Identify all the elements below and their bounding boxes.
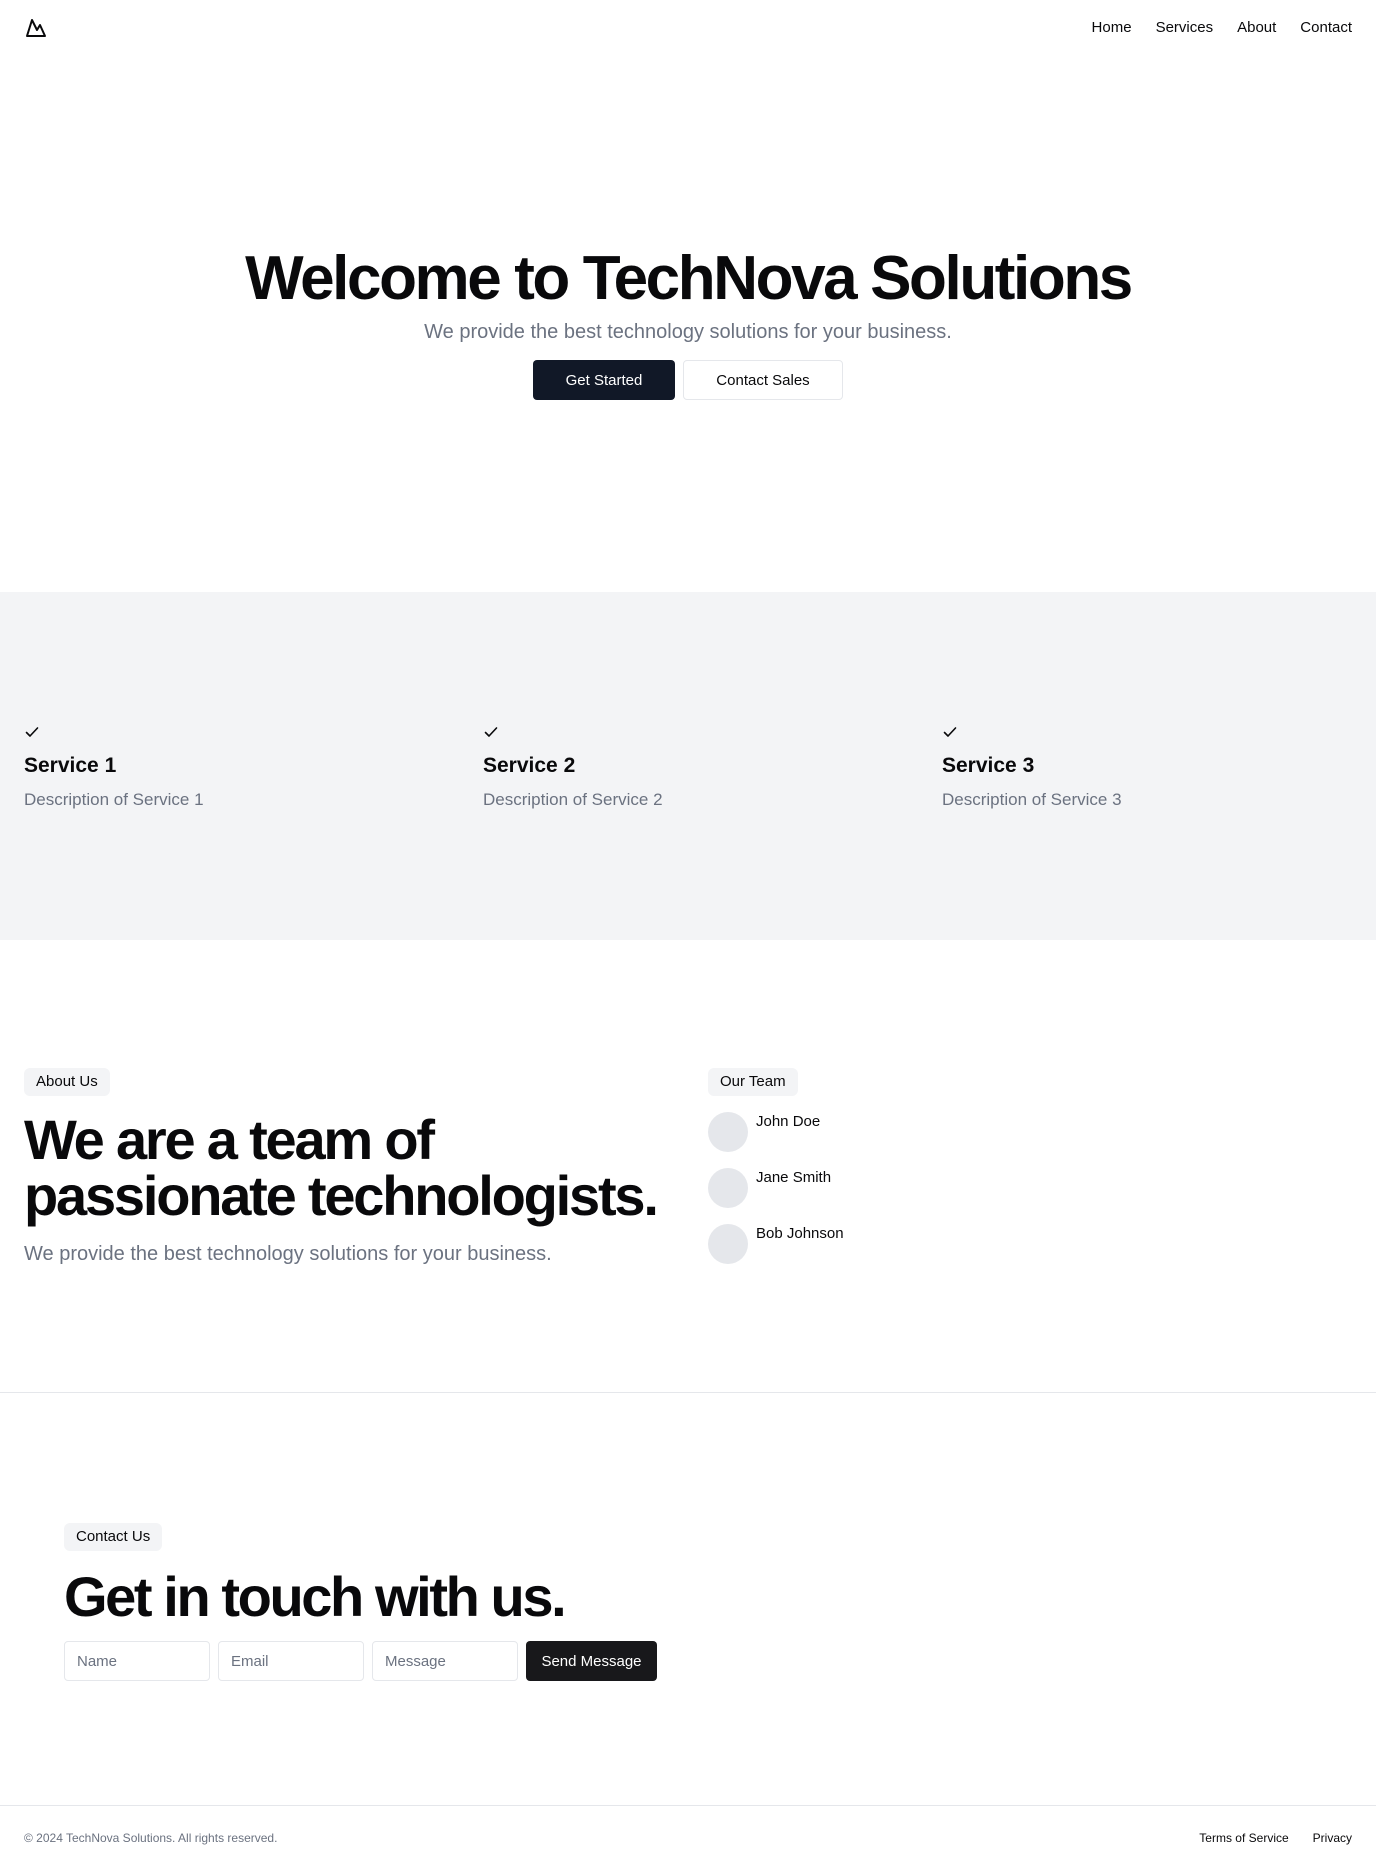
contact-form: Send Message (64, 1641, 764, 1681)
service-description: Description of Service 3 (942, 790, 1122, 809)
team-member: Jane Smith (708, 1168, 1308, 1208)
service-title: Service 2 (483, 754, 576, 777)
footer-links: Terms of Service Privacy (1199, 1830, 1352, 1846)
avatar (708, 1112, 748, 1152)
site-header: Home Services About Contact (0, 0, 1376, 56)
about-intro: About Us We are a team of passionate tec… (24, 1068, 684, 1268)
service-card: Service 2 Description of Service 2 (483, 724, 903, 812)
team-member: Bob Johnson (708, 1224, 1308, 1264)
nav-link-home[interactable]: Home (1092, 18, 1132, 38)
contact-badge: Contact Us (64, 1523, 163, 1551)
about-title-line: We are a team of (24, 1108, 435, 1171)
avatar (708, 1168, 748, 1208)
team-badge: Our Team (708, 1068, 798, 1096)
main-nav: Home Services About Contact (1092, 18, 1352, 38)
check-icon (484, 727, 498, 737)
message-input[interactable] (372, 1641, 518, 1681)
member-name: John Doe (756, 1113, 821, 1130)
team-member: John Doe (708, 1112, 1308, 1152)
copyright-text: © 2024 TechNova Solutions. All rights re… (24, 1831, 278, 1845)
avatar (708, 1224, 748, 1264)
service-description: Description of Service 1 (24, 790, 204, 809)
site-footer: © 2024 TechNova Solutions. All rights re… (0, 1805, 1376, 1869)
hero-actions: Get Started Contact Sales (0, 360, 1376, 400)
hero-section: Welcome to TechNova Solutions We provide… (0, 56, 1376, 592)
contact-sales-button[interactable]: Contact Sales (683, 360, 843, 400)
email-input[interactable] (218, 1641, 364, 1681)
check-icon (25, 727, 39, 737)
team-panel: Our Team John Doe Jane Smith Bob Johnson (708, 1068, 1308, 1280)
service-title: Service 1 (24, 754, 117, 777)
team-list: John Doe Jane Smith Bob Johnson (708, 1112, 1308, 1264)
service-title: Service 3 (942, 754, 1035, 777)
member-name: Jane Smith (756, 1169, 832, 1186)
services-section: Service 1 Description of Service 1 Servi… (0, 592, 1376, 940)
nav-link-about[interactable]: About (1237, 18, 1276, 38)
contact-section: Contact Us Get in touch with us. Send Me… (0, 1393, 1376, 1805)
about-title: We are a team of passionate technologist… (24, 1112, 684, 1224)
about-section: About Us We are a team of passionate tec… (0, 940, 1376, 1393)
send-message-button[interactable]: Send Message (526, 1641, 657, 1681)
name-input[interactable] (64, 1641, 210, 1681)
nav-link-contact[interactable]: Contact (1300, 18, 1352, 38)
service-card: Service 3 Description of Service 3 (942, 724, 1362, 812)
about-title-line: passionate technologists. (24, 1164, 659, 1227)
about-subtitle: We provide the best technology solutions… (24, 1243, 552, 1265)
contact-block: Contact Us Get in touch with us. Send Me… (64, 1523, 764, 1681)
service-card: Service 1 Description of Service 1 (24, 724, 444, 812)
get-started-button[interactable]: Get Started (533, 360, 675, 400)
mountain-icon[interactable] (24, 16, 48, 40)
hero-title: Welcome to TechNova Solutions (245, 244, 1133, 313)
member-name: Bob Johnson (756, 1225, 844, 1242)
about-badge: About Us (24, 1068, 110, 1096)
check-icon (943, 727, 957, 737)
terms-link[interactable]: Terms of Service (1199, 1830, 1288, 1846)
service-description: Description of Service 2 (483, 790, 663, 809)
hero-subtitle: We provide the best technology solutions… (424, 321, 952, 343)
privacy-link[interactable]: Privacy (1313, 1830, 1352, 1846)
nav-link-services[interactable]: Services (1156, 18, 1214, 38)
contact-title: Get in touch with us. (64, 1565, 567, 1628)
